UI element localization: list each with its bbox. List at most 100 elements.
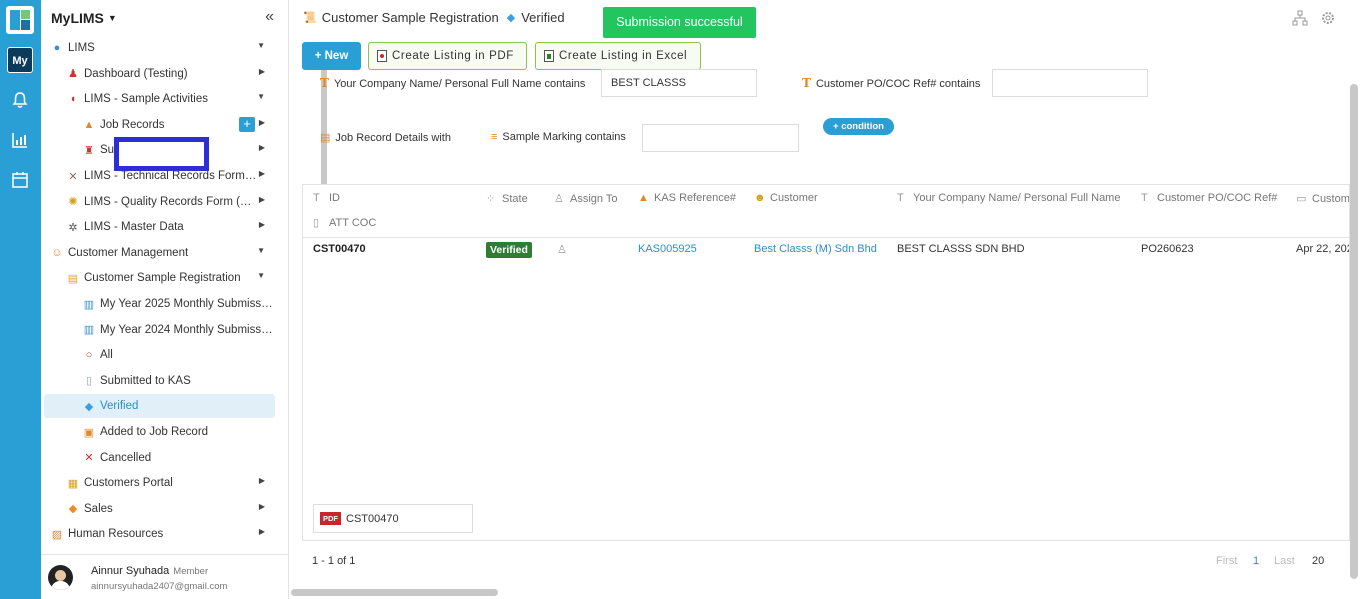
- app-rail: My: [0, 0, 41, 599]
- dashboard-icon: ♟: [68, 68, 78, 81]
- sidebar-item[interactable]: ▨ Human Resources ▶: [44, 522, 275, 546]
- col-header-att[interactable]: ▯ ATT COC: [313, 216, 376, 268]
- sidebar-item[interactable]: ▣ Added to Job Record: [44, 420, 275, 444]
- calendar-icon[interactable]: [11, 171, 29, 189]
- collapse-sidebar-icon[interactable]: «: [265, 8, 274, 26]
- app-logo-icon[interactable]: [6, 6, 34, 34]
- portal-icon: ▦: [67, 477, 79, 490]
- chevron-right-icon[interactable]: ▶: [259, 67, 265, 76]
- pdf-icon: PDF: [320, 512, 341, 525]
- attachment-chip[interactable]: PDF CST00470: [313, 504, 473, 533]
- sidebar-item[interactable]: ✲ LIMS - Master Data ▶: [44, 215, 275, 239]
- file-icon: ▯: [313, 217, 320, 229]
- sidebar-item[interactable]: ♟ Dashboard (Testing) ▶: [44, 62, 275, 86]
- pdf-button-label: Create Listing in PDF: [392, 50, 514, 62]
- cross-icon: ✕: [84, 452, 94, 465]
- sidebar-item[interactable]: ◆ Sales ▶: [44, 497, 275, 521]
- sidebar-item[interactable]: ✕ Cancelled: [44, 446, 275, 470]
- gear-icon: ✲: [68, 221, 78, 234]
- chevron-right-icon[interactable]: ▶: [259, 502, 265, 511]
- bell-icon[interactable]: [11, 91, 29, 109]
- sidebar-item[interactable]: ▥ My Year 2024 Monthly Submission: [44, 318, 275, 342]
- filter-marking-input[interactable]: [642, 124, 799, 152]
- pager-range: 1 - 1 of 1: [312, 555, 356, 567]
- sidebar-item[interactable]: ◖ LIMS - Sample Activities ▼: [44, 87, 275, 111]
- app-switcher[interactable]: MyLIMS ▼: [51, 10, 117, 26]
- user-email: ainnursyuhada2407@gmail.com: [91, 581, 228, 592]
- stamp-icon: ♜: [84, 144, 94, 157]
- sidebar-item[interactable]: ▲ Job Records + ▶: [44, 113, 275, 137]
- sidebar-item-label: Customer Sample Registration: [84, 272, 241, 285]
- sidebar-item[interactable]: ▦ Customers Portal ▶: [44, 471, 275, 495]
- avatar[interactable]: [48, 565, 73, 590]
- pager-size[interactable]: 20: [1312, 555, 1324, 567]
- cell-customer[interactable]: Best Classs (M) Sdn Bhd: [754, 243, 877, 255]
- sidebar-item[interactable]: ▯ Submitted to KAS: [44, 369, 275, 393]
- sidebar-item[interactable]: ○ All: [44, 343, 275, 367]
- sunflower-icon: ✺: [68, 196, 78, 209]
- settings-gear-icon[interactable]: [1320, 10, 1336, 26]
- horizontal-scrollbar[interactable]: [291, 589, 498, 596]
- sidebar-item-label: Customer Management: [68, 246, 189, 259]
- sidebar-item[interactable]: ● LIMS ▼: [44, 36, 275, 60]
- chevron-right-icon[interactable]: ▶: [259, 527, 265, 536]
- scroll-icon: ▤: [67, 272, 79, 285]
- excel-file-icon: [544, 50, 554, 62]
- create-pdf-listing-button[interactable]: Create Listing in PDF: [368, 42, 527, 70]
- breadcrumb-view[interactable]: Verified: [521, 10, 564, 25]
- chart-icon: ▥: [83, 298, 95, 311]
- sidebar-item-label: LIMS - Sample Activities: [84, 93, 208, 106]
- sidebar-item-label: LIMS - Quality Records Form (QRF): [84, 195, 269, 208]
- filter-company-input[interactable]: BEST CLASSS: [601, 69, 757, 97]
- user-name-line: Ainnur Syuhada Member: [91, 565, 208, 577]
- cell-kas-ref[interactable]: KAS005925: [638, 243, 697, 255]
- chevron-right-icon[interactable]: ▶: [259, 220, 265, 229]
- sidebar-item[interactable]: ▥ My Year 2025 Monthly Submission: [44, 292, 275, 316]
- org-chart-icon[interactable]: [1292, 10, 1308, 26]
- pager-first[interactable]: First: [1216, 555, 1237, 567]
- chevron-down-icon[interactable]: ▼: [257, 92, 265, 101]
- tools-icon: ✕: [68, 170, 78, 183]
- my-workspace-button[interactable]: My: [7, 47, 33, 73]
- inbox-icon: ▣: [83, 426, 95, 439]
- pager-current[interactable]: 1: [1253, 555, 1259, 567]
- create-excel-listing-button[interactable]: Create Listing in Excel: [535, 42, 701, 70]
- add-icon[interactable]: +: [239, 116, 255, 132]
- sidebar-item-label: LIMS: [68, 42, 95, 54]
- sidebar-item-label: Dashboard (Testing): [84, 67, 188, 80]
- sidebar-item[interactable]: ▤ Customer Sample Registration ▼: [44, 266, 275, 290]
- excel-button-label: Create Listing in Excel: [559, 50, 688, 62]
- pdf-file-icon: [377, 50, 387, 62]
- chevron-right-icon[interactable]: ▶: [259, 195, 265, 204]
- assign-user-icon[interactable]: ♙: [557, 243, 567, 256]
- filter-job-label: ▤ Job Record Details with: [320, 132, 451, 144]
- chevron-down-icon[interactable]: ▼: [257, 271, 265, 280]
- chevron-right-icon[interactable]: ▶: [259, 169, 265, 178]
- sidebar: MyLIMS ▼ « ● LIMS ▼ ♟ Dashboard (Testing) ▶ ◖ LI…: [41, 0, 327, 599]
- sidebar-item-label: Submitted to KAS: [100, 374, 191, 387]
- attachment-name: CST00470: [346, 512, 399, 525]
- chevron-down-icon[interactable]: ▼: [257, 246, 265, 255]
- annotation-highlight-box: [114, 137, 209, 171]
- add-condition-button[interactable]: + condition: [823, 118, 894, 135]
- sidebar-item-label: LIMS - Master Data: [84, 221, 184, 234]
- user-profile[interactable]: Ainnur Syuhada Member ainnursyuhada2407@g…: [41, 554, 289, 599]
- chevron-right-icon[interactable]: ▶: [259, 118, 265, 127]
- sidebar-item[interactable]: ✺ LIMS - Quality Records Form (QRF) ▶: [44, 190, 275, 214]
- sidebar-item[interactable]: ☺ Customer Management ▼: [44, 241, 275, 265]
- person-icon: ☻: [754, 192, 766, 204]
- vertical-scrollbar[interactable]: [1350, 84, 1358, 579]
- pager-last[interactable]: Last: [1274, 555, 1295, 567]
- chevron-right-icon[interactable]: ▶: [259, 476, 265, 485]
- filter-po-input[interactable]: [992, 69, 1148, 97]
- chevron-right-icon[interactable]: ▶: [259, 143, 265, 152]
- text-lines-icon: ≡: [491, 131, 498, 143]
- breadcrumb-module[interactable]: Customer Sample Registration: [322, 10, 499, 25]
- new-button[interactable]: + New: [302, 42, 361, 70]
- orange-diamond-icon: ◆: [68, 503, 78, 516]
- cell-id[interactable]: CST00470: [313, 243, 366, 255]
- sidebar-item[interactable]: ◆ Verified: [44, 394, 275, 419]
- user-name: Ainnur Syuhada: [91, 565, 170, 577]
- analytics-icon[interactable]: [11, 131, 29, 149]
- chevron-down-icon[interactable]: ▼: [257, 41, 265, 50]
